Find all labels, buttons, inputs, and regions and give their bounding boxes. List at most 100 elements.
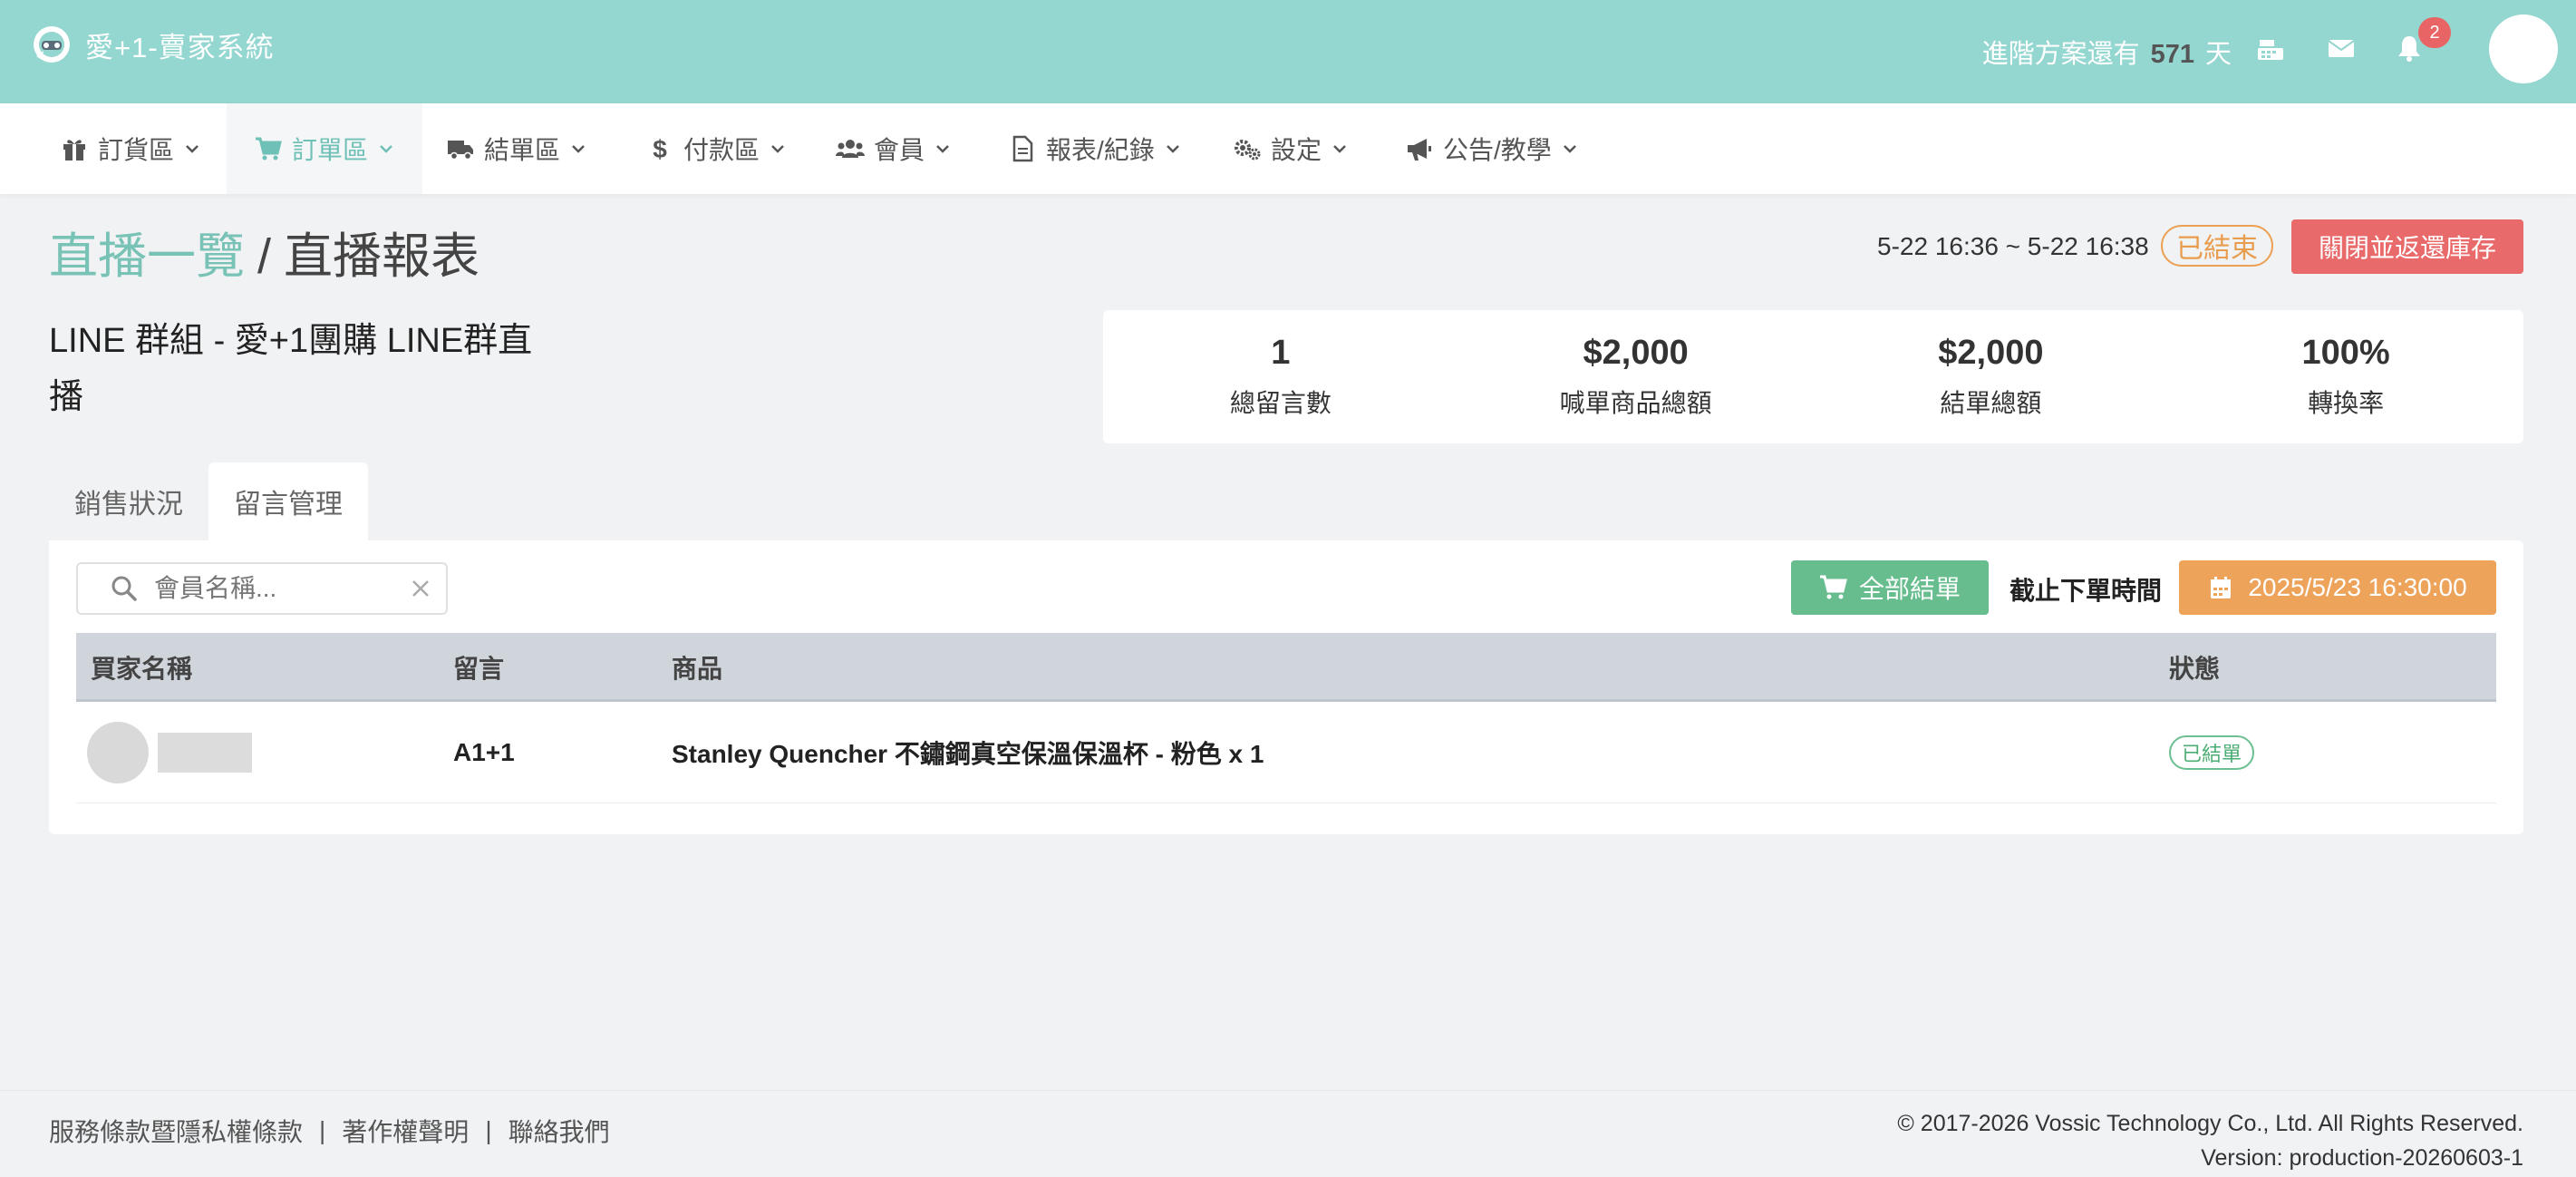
footer: 服務條款暨隱私權條款 | 著作權聲明 | 聯絡我們 © 2017-2026 Vo… [0,1090,2576,1177]
clear-icon[interactable] [410,578,431,599]
footer-separator: | [485,1116,492,1144]
column-header-status[interactable]: 狀態 [2169,633,2220,702]
footer-links: 服務條款暨隱私權條款 | 著作權聲明 | 聯絡我們 [49,1113,610,1149]
contact-link[interactable]: 聯絡我們 [508,1113,610,1149]
nav-item-members[interactable]: 會員 [809,103,979,194]
nav-item-payment[interactable]: $ 付款區 [618,103,814,194]
stat-checkout-amount: $2,000 結單總額 [1814,310,2169,443]
comment-cell: A1+1 [453,738,515,766]
cash-register-icon[interactable] [2255,33,2286,63]
breadcrumb-live-list-link[interactable]: 直播一覽 [49,216,245,287]
user-avatar[interactable] [2489,15,2558,83]
users-icon [836,140,865,158]
copyright-text: © 2017-2026 Vossic Technology Co., Ltd. … [1897,1111,2523,1136]
nav-item-orders[interactable]: 訂單區 [227,103,423,194]
nav-item-checkout[interactable]: 結單區 [419,103,615,194]
top-header: 愛+1-賣家系統 進階方案還有 571 天 2 [0,0,2576,103]
comment-panel: 全部結單 截止下單時間 2025/5/23 16:30:00 買家名稱 留言 商… [49,540,2523,834]
stat-ordered-amount: $2,000 喊單商品總額 [1458,310,1814,443]
chevron-down-icon [1166,145,1179,153]
cart-icon [256,137,282,160]
product-cell: Stanley Quencher 不鏽鋼真空保溫保溫杯 - 粉色 x 1 [672,740,1264,768]
tab-comment-management[interactable]: 留言管理 [208,462,368,540]
stat-label: 總留言數 [1229,389,1332,417]
cart-icon [1819,575,1847,599]
nav-label: 公告/教學 [1443,136,1552,164]
version-text: Version: production-20260603-1 [2201,1145,2523,1171]
brand[interactable]: 愛+1-賣家系統 [31,24,275,65]
chevron-down-icon [1333,145,1346,153]
stat-label: 轉換率 [2308,389,2385,417]
chevron-down-icon [572,145,585,153]
nav-label: 結單區 [484,136,561,164]
stat-label: 喊單商品總額 [1559,389,1712,417]
checkout-all-label: 全部結單 [1858,575,1961,603]
column-header-comment[interactable]: 留言 [453,633,504,702]
column-header-product[interactable]: 商品 [672,633,722,702]
footer-separator: | [319,1116,326,1144]
nav-item-settings[interactable]: 設定 [1206,103,1376,194]
buyer-avatar [87,722,149,783]
deadline-label: 截止下單時間 [2009,577,2163,605]
chevron-down-icon [1563,145,1576,153]
nav-label: 設定 [1271,136,1322,164]
search-box[interactable] [76,562,448,615]
comments-table: 買家名稱 留言 商品 狀態 A1+1 Stanley Quencher 不鏽鋼真… [76,633,2496,803]
nav-item-order-goods[interactable]: 訂貨區 [33,103,228,194]
buyer-cell [87,702,252,803]
stat-total-comments: 1 總留言數 [1103,310,1458,443]
table-row[interactable]: A1+1 Stanley Quencher 不鏽鋼真空保溫保溫杯 - 粉色 x … [76,702,2496,803]
stat-value: $2,000 [1583,334,1689,372]
notification-badge: 2 [2418,17,2451,48]
member-search-input[interactable] [154,574,410,603]
live-time-range: 5-22 16:36 ~ 5-22 16:38 [1877,232,2149,260]
deadline-date-value: 2025/5/23 16:30:00 [2248,573,2467,601]
plan-prefix: 進階方案還有 [1981,40,2140,69]
nav-label: 報表/紀錄 [1046,136,1155,164]
stat-value: $2,000 [1938,334,2044,372]
table-header: 買家名稱 留言 商品 狀態 [76,633,2496,702]
stat-conversion-rate: 100% 轉換率 [2168,310,2523,443]
calendar-icon [2211,577,2232,598]
status-cell: 已結單 [2169,702,2255,803]
chevron-down-icon [380,145,392,153]
stats-card: 1 總留言數 $2,000 喊單商品總額 $2,000 結單總額 100% 轉換… [1103,310,2523,443]
gift-icon [63,140,85,160]
stat-label: 結單總額 [1940,389,2042,417]
nav-item-reports[interactable]: 報表/紀錄 [981,103,1209,194]
nav-item-announcements[interactable]: 公告/教學 [1378,103,1606,194]
tab-sales-status[interactable]: 銷售狀況 [49,462,208,540]
stat-value: 1 [1271,334,1291,372]
buyer-name-redacted [158,733,252,773]
nav-label: 會員 [874,136,925,164]
close-and-restock-button[interactable]: 關閉並返還庫存 [2291,219,2523,274]
search-icon [111,576,137,601]
plan-days: 571 [2150,40,2194,69]
chevron-down-icon [186,145,199,153]
main-nav: 訂貨區 訂單區 結單區 $ 付款區 會員 報表/紀錄 設定 公告/教學 [0,103,2576,194]
stat-value: 100% [2301,334,2390,372]
deadline-date-button[interactable]: 2025/5/23 16:30:00 [2179,560,2496,615]
group-name: LINE 群組 - 愛+1團購 LINE群直播 [49,322,533,416]
status-badge: 已結單 [2169,735,2255,770]
gears-icon [1235,140,1261,160]
plan-remaining: 進階方案還有 571 天 [1982,33,2232,71]
nav-label: 訂貨區 [98,136,175,164]
terms-link[interactable]: 服務條款暨隱私權條款 [49,1113,303,1149]
chevron-down-icon [936,145,949,153]
column-header-buyer[interactable]: 買家名稱 [91,633,192,702]
dollar-icon: $ [653,135,667,163]
mail-icon[interactable] [2326,33,2357,63]
file-icon [1012,135,1033,162]
plan-suffix: 天 [2204,40,2232,69]
svg-text:$: $ [653,135,667,163]
chevron-down-icon [771,145,784,153]
breadcrumb-separator: / [257,229,272,284]
truck-icon [448,141,473,160]
nav-label: 付款區 [683,136,760,164]
copyright-statement-link[interactable]: 著作權聲明 [342,1113,469,1149]
status-badge: 已結束 [2161,225,2273,267]
checkout-all-button[interactable]: 全部結單 [1791,560,1989,615]
nav-label: 訂單區 [292,136,369,164]
page-title: 直播報表 [284,229,480,284]
